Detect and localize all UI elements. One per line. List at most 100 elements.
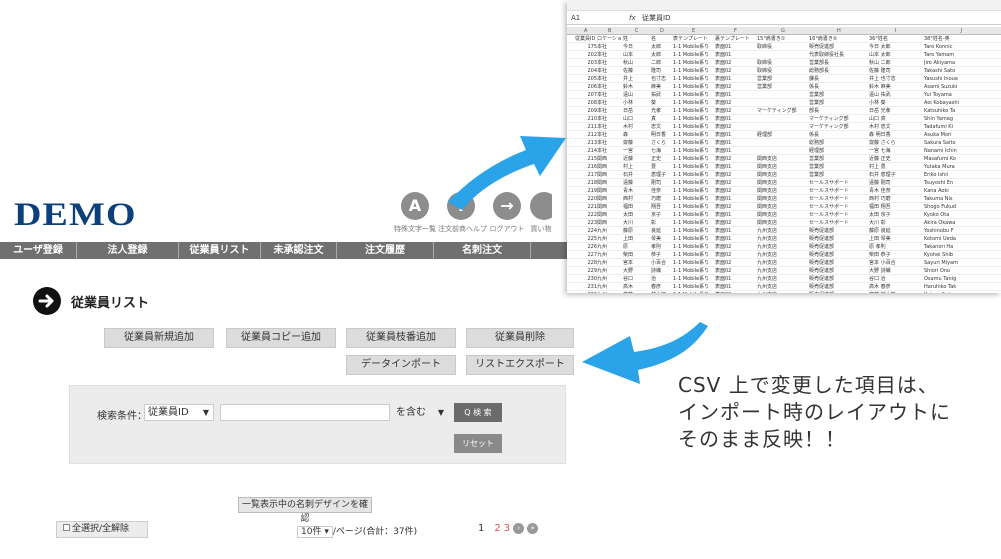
sheet-cell[interactable]: 近藤 正史	[869, 155, 924, 163]
sheet-cell[interactable]: 柴田	[623, 251, 651, 259]
sheet-cell[interactable]: 本社	[597, 59, 623, 67]
sheet-cell[interactable]: 西村 巧磨	[869, 195, 924, 203]
sheet-cell[interactable]: 大野	[623, 267, 651, 275]
sheet-cell[interactable]: 斉藤	[623, 291, 651, 293]
employee-copy-add-button[interactable]: 従業員コピー追加	[226, 328, 336, 348]
sheet-cell[interactable]: 関西支店	[757, 179, 809, 187]
sheet-cell[interactable]: 裏テンプレート	[715, 35, 757, 43]
sheet-cell[interactable]: 部長	[809, 107, 869, 115]
sheet-cell[interactable]: 原	[623, 243, 651, 251]
sheet-cell[interactable]: 詩織	[651, 267, 673, 275]
sheet-cell[interactable]: 関西	[597, 203, 623, 211]
sheet-cell[interactable]: 今日	[623, 43, 651, 51]
sheet-cell[interactable]: 明日香	[651, 131, 673, 139]
sheet-cell[interactable]: 太田	[623, 211, 651, 219]
sheet-cell[interactable]: 京子	[651, 211, 673, 219]
sheet-cell[interactable]: 柴田 恭子	[869, 251, 924, 259]
sheet-cell[interactable]: 巧磨	[651, 195, 673, 203]
sheet-cell[interactable]: 1-1 Mobile系り	[673, 131, 715, 139]
sheet-cell[interactable]: 関西	[597, 211, 623, 219]
sheet-cell[interactable]: 表面01	[715, 147, 757, 155]
sheet-cell[interactable]: 九州	[597, 259, 623, 267]
sheet-cell[interactable]: 204	[575, 67, 597, 75]
sheet-cell[interactable]: 斉藤 林太郎	[869, 291, 924, 293]
search-field-select[interactable]: 従業員ID ▼	[144, 404, 214, 421]
sheet-cell[interactable]: 村上	[623, 163, 651, 171]
sheet-cell[interactable]: 関西支店	[757, 163, 809, 171]
sheet-cell[interactable]: 係長	[809, 83, 869, 91]
search-operator-select[interactable]: を含む ▼	[396, 404, 446, 421]
sheet-cell[interactable]: 営業部	[809, 99, 869, 107]
sheet-cell[interactable]: 1-1 Mobile系り	[673, 251, 715, 259]
sheet-cell[interactable]: 1-1 Mobile系り	[673, 259, 715, 267]
sheet-cell[interactable]: 佐藤	[623, 67, 651, 75]
sheet-cell[interactable]: 表面02	[715, 243, 757, 251]
sheet-cell[interactable]: 九州支店	[757, 259, 809, 267]
sheet-cell[interactable]: 石井	[623, 171, 651, 179]
sheet-cell[interactable]: 1-1 Mobile系り	[673, 219, 715, 227]
sheet-cell[interactable]: 今日 太郎	[869, 43, 924, 51]
sheet-cell[interactable]: Kotomi Ueda	[924, 235, 1001, 243]
sheet-cell[interactable]: 九州	[597, 251, 623, 259]
sheet-cell[interactable]: 九州	[597, 275, 623, 283]
sheet-cell[interactable]: 小林 葵	[869, 99, 924, 107]
sheet-cell[interactable]: 齋藤 さくら	[869, 139, 924, 147]
sheet-cell[interactable]: 大川 彰	[869, 219, 924, 227]
sheet-cell[interactable]: 本社	[597, 107, 623, 115]
sheet-cell[interactable]: 営業部	[809, 155, 869, 163]
page-link[interactable]: 3	[504, 523, 510, 534]
column-header[interactable]: G	[781, 28, 785, 34]
sheet-cell[interactable]: 販売促進部	[809, 43, 869, 51]
search-input[interactable]	[220, 404, 390, 421]
sheet-cell[interactable]: 表面02	[715, 187, 757, 195]
sheet-cell[interactable]: 1-1 Mobile系り	[673, 211, 715, 219]
sheet-cell[interactable]: 表面02	[715, 219, 757, 227]
sheet-cell[interactable]: 谷口	[623, 275, 651, 283]
sheet-cell[interactable]: 九州	[597, 243, 623, 251]
sheet-cell[interactable]: 本社	[597, 67, 623, 75]
sheet-cell[interactable]: 営業部	[809, 171, 869, 179]
sheet-cell[interactable]: 表面01	[715, 283, 757, 291]
sheet-cell[interactable]: 表面02	[715, 67, 757, 75]
sheet-cell[interactable]: 232	[575, 291, 597, 293]
sheet-cell[interactable]: 青木	[623, 187, 651, 195]
sheet-cell[interactable]: 205	[575, 75, 597, 83]
nav-card-order[interactable]: 名刺注文	[434, 242, 531, 259]
column-header[interactable]: H	[837, 28, 841, 34]
sheet-cell[interactable]: 山本 太郎	[869, 51, 924, 59]
sheet-cell[interactable]: 山口	[623, 115, 651, 123]
column-header[interactable]: C	[635, 28, 639, 34]
sheet-cell[interactable]: 姓	[623, 35, 651, 43]
sheet-cell[interactable]: 販売促進部	[809, 259, 869, 267]
sheet-cell[interactable]: 井上 也寸志	[869, 75, 924, 83]
sheet-cell[interactable]: 表テンプレート	[673, 35, 715, 43]
sheet-cell[interactable]: 表面01	[715, 115, 757, 123]
sheet-cell[interactable]: セールスサポート	[809, 219, 869, 227]
sheet-cell[interactable]: 麻美	[651, 83, 673, 91]
employee-branch-add-button[interactable]: 従業員枝番追加	[346, 328, 456, 348]
sheet-cell[interactable]: 高木 春彦	[869, 283, 924, 291]
sheet-cell[interactable]: Yasushi Inoue	[924, 75, 1001, 83]
sheet-cell[interactable]: 経理部	[809, 147, 869, 155]
sheet-cell[interactable]: 1-1 Mobile系り	[673, 179, 715, 187]
sheet-cell[interactable]: 1-1 Mobile系り	[673, 59, 715, 67]
sheet-cell[interactable]: 九州	[597, 267, 623, 275]
sheet-cell[interactable]: 販売促進部	[809, 243, 869, 251]
sheet-cell[interactable]: 15°肩書き①	[757, 35, 809, 43]
sheet-cell[interactable]: Shiori Ono	[924, 267, 1001, 275]
sheet-cell[interactable]: 太田 京子	[869, 211, 924, 219]
sheet-cell[interactable]: Jiro Akiyama	[924, 59, 1001, 67]
sheet-cell[interactable]: 表面02	[715, 171, 757, 179]
sheet-cell[interactable]: 鈴木	[623, 83, 651, 91]
sheet-cell[interactable]: 翔吾	[651, 203, 673, 211]
sheet-cell[interactable]: 七海	[651, 147, 673, 155]
sheet-cell[interactable]: 日岳	[623, 107, 651, 115]
sheet-cell[interactable]: 1-1 Mobile系り	[673, 283, 715, 291]
sheet-cell[interactable]: 本社	[597, 91, 623, 99]
sheet-cell[interactable]: 上田	[623, 235, 651, 243]
sheet-cell[interactable]: 本社	[597, 115, 623, 123]
sheet-cell[interactable]: 也寸志	[651, 75, 673, 83]
sheet-cell[interactable]: 課長	[809, 75, 869, 83]
sheet-cell[interactable]: 38°姓名-英	[924, 35, 1001, 43]
sheet-cell[interactable]: 1-1 Mobile系り	[673, 43, 715, 51]
